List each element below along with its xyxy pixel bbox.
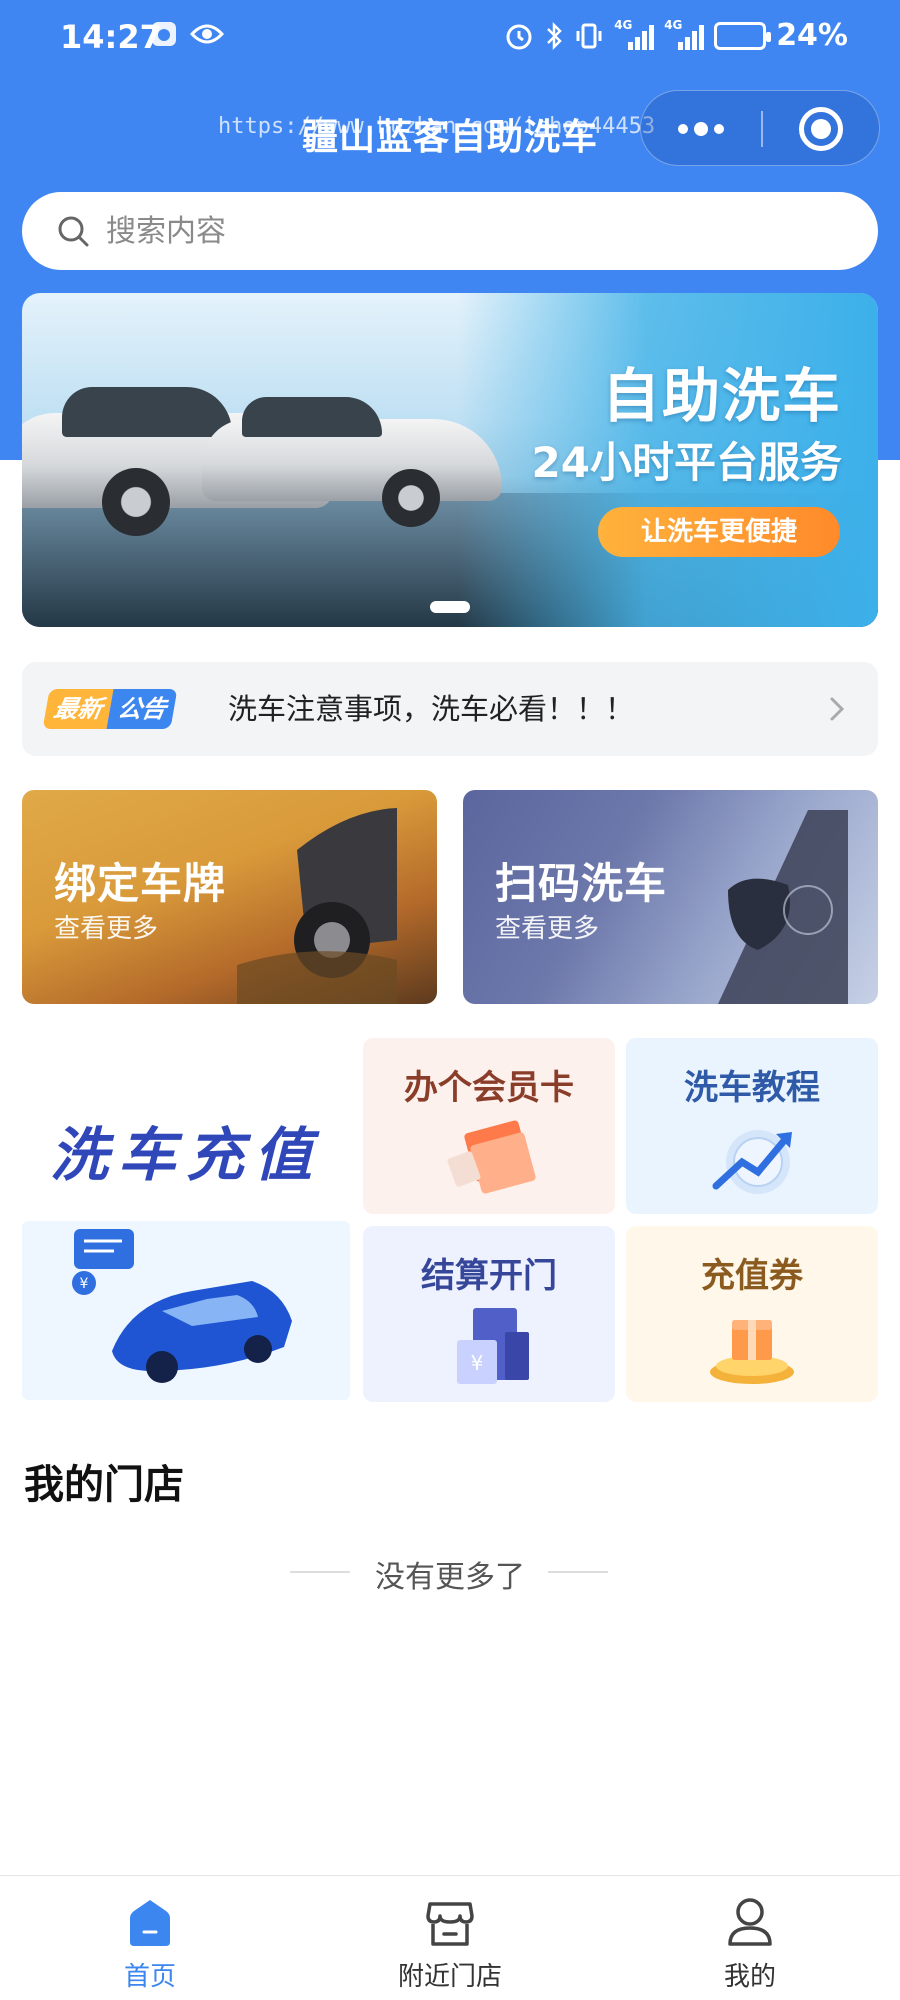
battery-percentage: 24% bbox=[776, 18, 848, 53]
home-icon bbox=[130, 1900, 170, 1946]
announcement-badge: 最新 公告 bbox=[42, 689, 178, 729]
scan-wash-card[interactable]: 扫码洗车 查看更多 bbox=[463, 790, 878, 1004]
search-bar[interactable] bbox=[22, 192, 878, 270]
recharge-illustration-area: ¥ bbox=[22, 1221, 350, 1400]
tab-mine[interactable]: 我的 bbox=[650, 1876, 850, 2000]
close-target-icon[interactable] bbox=[799, 107, 843, 151]
store-icon bbox=[426, 1902, 474, 1946]
battery-icon bbox=[714, 21, 772, 50]
recharge-title: 洗车充值 bbox=[49, 1121, 322, 1189]
coupon-title: 充值券 bbox=[701, 1256, 803, 1296]
announcement-bar[interactable]: 最新 公告 洗车注意事项，洗车必看！！！ bbox=[22, 662, 878, 756]
car-image-back bbox=[202, 389, 522, 527]
tab-home[interactable]: 首页 bbox=[50, 1876, 250, 2000]
tutorial-tile[interactable]: 洗车教程 bbox=[626, 1038, 878, 1214]
chevron-right-icon bbox=[830, 697, 845, 721]
scan-wash-subtitle: 查看更多 bbox=[495, 914, 600, 944]
badge-notice: 公告 bbox=[106, 689, 178, 729]
status-notification-icons bbox=[150, 20, 224, 48]
badge-new: 最新 bbox=[42, 689, 114, 729]
checkout-title: 结算开门 bbox=[421, 1256, 557, 1296]
recharge-title-area: 洗车充值 bbox=[22, 1038, 350, 1218]
signal-icon-1: 4G bbox=[614, 18, 655, 50]
vibrate-icon bbox=[576, 23, 602, 48]
no-more-text: 没有更多了 bbox=[375, 1560, 525, 1595]
bind-plate-title: 绑定车牌 bbox=[54, 859, 227, 908]
svg-text:¥: ¥ bbox=[471, 1351, 484, 1375]
capsule-divider bbox=[761, 111, 763, 147]
tab-home-label: 首页 bbox=[123, 1962, 176, 1992]
suv-image bbox=[237, 808, 397, 1004]
status-time: 14:27 bbox=[60, 18, 162, 56]
gift-box-icon bbox=[710, 1320, 794, 1384]
more-menu-button[interactable] bbox=[641, 91, 761, 167]
member-card-icon bbox=[447, 1120, 536, 1194]
car-mirror-image bbox=[718, 810, 848, 1004]
recharge-tile[interactable]: 洗车充值 ¥ bbox=[22, 1038, 350, 1400]
user-icon bbox=[728, 1898, 772, 1946]
tab-nearby-stores-label: 附近门店 bbox=[397, 1962, 502, 1992]
carousel-indicator[interactable] bbox=[430, 601, 470, 613]
watermark-url: https://www.huzhan.com/ishop44453 bbox=[218, 114, 656, 139]
banner-cta-button[interactable]: 让洗车更便捷 bbox=[598, 507, 840, 557]
building-receipt-icon: ¥ bbox=[457, 1308, 529, 1384]
my-store-heading: 我的门店 bbox=[24, 1462, 184, 1508]
tab-nearby-stores[interactable]: 附近门店 bbox=[350, 1876, 550, 2000]
tutorial-title: 洗车教程 bbox=[684, 1068, 820, 1108]
bind-plate-card[interactable]: 绑定车牌 查看更多 bbox=[22, 790, 437, 1004]
status-bar: 14:27 4G 4G 24% bbox=[0, 0, 900, 80]
recharge-coupon-tile[interactable]: 充值券 bbox=[626, 1226, 878, 1402]
mini-program-capsule bbox=[640, 90, 880, 166]
announcement-text: 洗车注意事项，洗车必看！！！ bbox=[228, 692, 635, 726]
alarm-icon bbox=[506, 24, 532, 49]
search-icon bbox=[58, 216, 89, 247]
banner-headline: 自助洗车 bbox=[601, 362, 842, 430]
bottom-tab-bar: 首页 附近门店 我的 bbox=[0, 1875, 900, 2000]
app-notification-icon bbox=[152, 22, 176, 46]
bind-plate-subtitle: 查看更多 bbox=[54, 914, 159, 944]
status-system-icons: 4G 4G 24% bbox=[504, 18, 848, 53]
member-card-title: 办个会员卡 bbox=[404, 1068, 574, 1108]
growth-chart-icon bbox=[712, 1130, 792, 1194]
search-input[interactable] bbox=[106, 192, 806, 270]
title-bar: 疆山蓝客自助洗车 https://www.huzhan.com/ishop444… bbox=[0, 90, 900, 170]
bluetooth-icon bbox=[547, 21, 562, 50]
tab-mine-label: 我的 bbox=[723, 1962, 776, 1992]
promo-banner[interactable]: 自助洗车 24小时平台服务 让洗车更便捷 bbox=[22, 293, 878, 627]
blue-car-icon: ¥ bbox=[72, 1229, 292, 1383]
banner-subheadline: 24小时平台服务 bbox=[531, 438, 842, 487]
scan-wash-title: 扫码洗车 bbox=[495, 859, 668, 908]
signal-icon-2: 4G bbox=[664, 18, 705, 50]
checkout-open-door-tile[interactable]: 结算开门 ¥ bbox=[363, 1226, 615, 1402]
eye-icon bbox=[190, 24, 224, 44]
svg-text:¥: ¥ bbox=[80, 1276, 89, 1292]
member-card-tile[interactable]: 办个会员卡 bbox=[363, 1038, 615, 1214]
